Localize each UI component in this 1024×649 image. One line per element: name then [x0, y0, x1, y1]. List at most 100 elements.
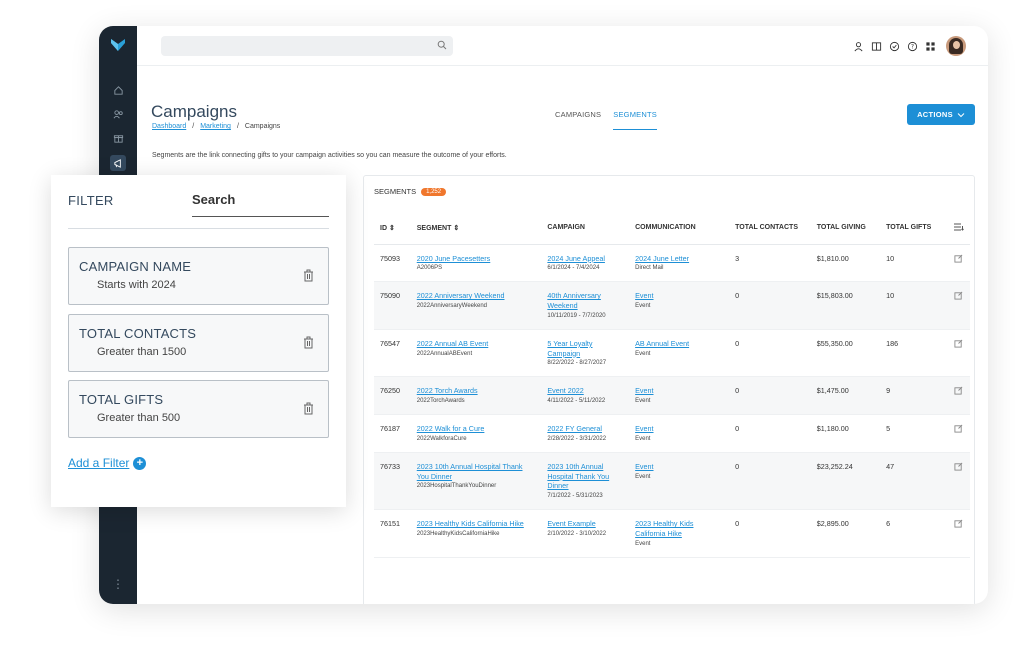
segment-code: 2023HealthyKidsCaliforniaHike: [416, 530, 500, 537]
search-icon[interactable]: [437, 40, 447, 50]
col-segment[interactable]: SEGMENT ⇕: [410, 212, 542, 245]
filter-card-campaign-name[interactable]: CAMPAIGN NAME Starts with 2024: [68, 247, 329, 305]
column-settings-icon[interactable]: [947, 212, 970, 245]
segment-code: A2006PS: [416, 265, 443, 272]
sort-icon[interactable]: ⇕: [453, 225, 459, 232]
cell-campaign: Event Example 2/10/2022 - 3/10/2022: [541, 509, 630, 558]
cell-communication: Event Event: [629, 281, 730, 330]
cell-segment: 2022 Anniversary Weekend 2022AnniversaryW…: [410, 281, 542, 330]
segment-link[interactable]: 2022 Anniversary Weekend: [417, 291, 536, 301]
add-filter-link[interactable]: Add a Filter +: [68, 456, 147, 470]
col-total-contacts[interactable]: TOTAL CONTACTS: [729, 212, 811, 245]
tab-campaigns[interactable]: CAMPAIGNS: [555, 110, 601, 130]
col-total-giving[interactable]: TOTAL GIVING: [810, 212, 881, 245]
count-badge: 1,252: [421, 187, 447, 196]
cell-gifts: 47: [880, 452, 948, 511]
edit-icon[interactable]: [947, 414, 970, 453]
segment-link[interactable]: 2023 10th Annual Hospital Thank You Dinn…: [417, 462, 536, 481]
cell-segment: 2022 Walk for a Cure 2022WalkforaCure: [410, 414, 542, 453]
communication-type: Event: [635, 398, 651, 405]
communication-link[interactable]: Event: [635, 424, 723, 434]
trash-icon[interactable]: [303, 402, 314, 415]
avatar[interactable]: [946, 36, 966, 56]
communication-link[interactable]: AB Annual Event: [635, 339, 723, 349]
global-search-input[interactable]: [161, 36, 453, 56]
campaign-link[interactable]: 40th Anniversary Weekend: [547, 291, 623, 310]
campaign-link[interactable]: Event 2022: [547, 386, 623, 396]
table-row[interactable]: 76250 2022 Torch Awards 2022TorchAwards E…: [374, 376, 970, 416]
campaign-link[interactable]: 2024 June Appeal: [547, 254, 623, 264]
trash-icon[interactable]: [303, 269, 314, 282]
cell-gifts: 5: [880, 414, 948, 453]
apps-grid-icon[interactable]: [924, 40, 936, 52]
segment-code: 2022TorchAwards: [416, 398, 465, 405]
edit-icon[interactable]: [947, 452, 970, 511]
communication-link[interactable]: Event: [635, 386, 723, 396]
trash-icon[interactable]: [303, 336, 314, 349]
tab-segments[interactable]: SEGMENTS: [613, 110, 657, 130]
edit-icon[interactable]: [947, 244, 970, 283]
col-id[interactable]: ID ⇕: [374, 212, 411, 245]
edit-icon[interactable]: [947, 376, 970, 416]
communication-type: Event: [635, 350, 651, 357]
megaphone-icon[interactable]: [110, 155, 126, 171]
edit-icon[interactable]: [947, 509, 970, 558]
gift-icon[interactable]: [110, 130, 126, 146]
communication-type: Event: [635, 303, 651, 310]
divider: [68, 228, 329, 229]
more-icon[interactable]: ⋮: [110, 578, 126, 590]
segments-table: ID ⇕ SEGMENT ⇕ CAMPAIGN COMMUNICATION TO…: [374, 212, 970, 558]
segment-link[interactable]: 2022 Torch Awards: [417, 386, 536, 396]
campaign-link[interactable]: 2023 10th Annual Hospital Thank You Dinn…: [547, 462, 623, 491]
cell-campaign: 2024 June Appeal 6/1/2024 - 7/4/2024: [541, 244, 630, 283]
user-icon[interactable]: [852, 40, 864, 52]
table-row[interactable]: 76187 2022 Walk for a Cure 2022WalkforaCu…: [374, 414, 970, 453]
breadcrumb-dashboard[interactable]: Dashboard: [152, 123, 186, 130]
cell-contacts: 0: [729, 509, 811, 558]
segment-link[interactable]: 2022 Walk for a Cure: [417, 424, 536, 434]
cell-campaign: 2023 10th Annual Hospital Thank You Dinn…: [541, 452, 630, 511]
plus-icon[interactable]: +: [133, 456, 147, 470]
cell-contacts: 0: [729, 452, 811, 511]
brand-logo-icon: [111, 39, 125, 51]
sort-icon[interactable]: ⇕: [389, 225, 395, 232]
table-row[interactable]: 76547 2022 Annual AB Event 2022AnnualABEv…: [374, 329, 970, 378]
communication-link[interactable]: Event: [635, 291, 723, 301]
filter-card-total-contacts[interactable]: TOTAL CONTACTS Greater than 1500: [68, 314, 329, 372]
check-circle-icon[interactable]: [888, 40, 900, 52]
col-communication[interactable]: COMMUNICATION: [629, 212, 730, 245]
cell-campaign: 40th Anniversary Weekend 10/11/2019 - 7/7…: [541, 281, 630, 330]
home-icon[interactable]: [110, 82, 126, 98]
edit-icon[interactable]: [947, 281, 970, 330]
segment-link[interactable]: 2020 June Pacesetters: [417, 254, 536, 264]
table-row[interactable]: 75090 2022 Anniversary Weekend 2022Annive…: [374, 281, 970, 330]
actions-button[interactable]: ACTIONS: [907, 104, 975, 125]
communication-link[interactable]: 2024 June Letter: [635, 254, 723, 264]
table-row[interactable]: 75093 2020 June Pacesetters A2006PS 2024 …: [374, 244, 970, 283]
segment-link[interactable]: 2022 Annual AB Event: [417, 339, 536, 349]
campaign-link[interactable]: Event Example: [547, 519, 623, 529]
filter-value: Starts with 2024: [97, 279, 176, 291]
table-row[interactable]: 76151 2023 Healthy Kids California Hike 2…: [374, 509, 970, 558]
cell-contacts: 0: [729, 329, 811, 378]
breadcrumb-marketing[interactable]: Marketing: [200, 123, 231, 130]
campaign-dates: 2/28/2022 - 3/31/2022: [547, 435, 607, 442]
cell-id: 76547: [374, 329, 411, 378]
help-icon[interactable]: ?: [906, 40, 918, 52]
campaign-link[interactable]: 5 Year Loyalty Campaign: [547, 339, 623, 358]
edit-icon[interactable]: [947, 329, 970, 378]
people-icon[interactable]: [110, 106, 126, 122]
col-total-gifts[interactable]: TOTAL GIFTS: [880, 212, 948, 245]
book-icon[interactable]: [870, 40, 882, 52]
campaign-link[interactable]: 2022 FY General: [547, 424, 623, 434]
segment-link[interactable]: 2023 Healthy Kids California Hike: [417, 519, 536, 529]
col-campaign[interactable]: CAMPAIGN: [541, 212, 630, 245]
communication-link[interactable]: 2023 Healthy Kids California Hike: [635, 519, 723, 538]
communication-type: Event: [635, 473, 651, 480]
table-row[interactable]: 76733 2023 10th Annual Hospital Thank Yo…: [374, 452, 970, 511]
communication-link[interactable]: Event: [635, 462, 723, 472]
cell-campaign: 5 Year Loyalty Campaign 8/22/2022 - 8/27/…: [541, 329, 630, 378]
filter-card-total-gifts[interactable]: TOTAL GIFTS Greater than 500: [68, 380, 329, 438]
cell-id: 75090: [374, 281, 411, 330]
filter-search-tab[interactable]: Search: [192, 192, 329, 217]
